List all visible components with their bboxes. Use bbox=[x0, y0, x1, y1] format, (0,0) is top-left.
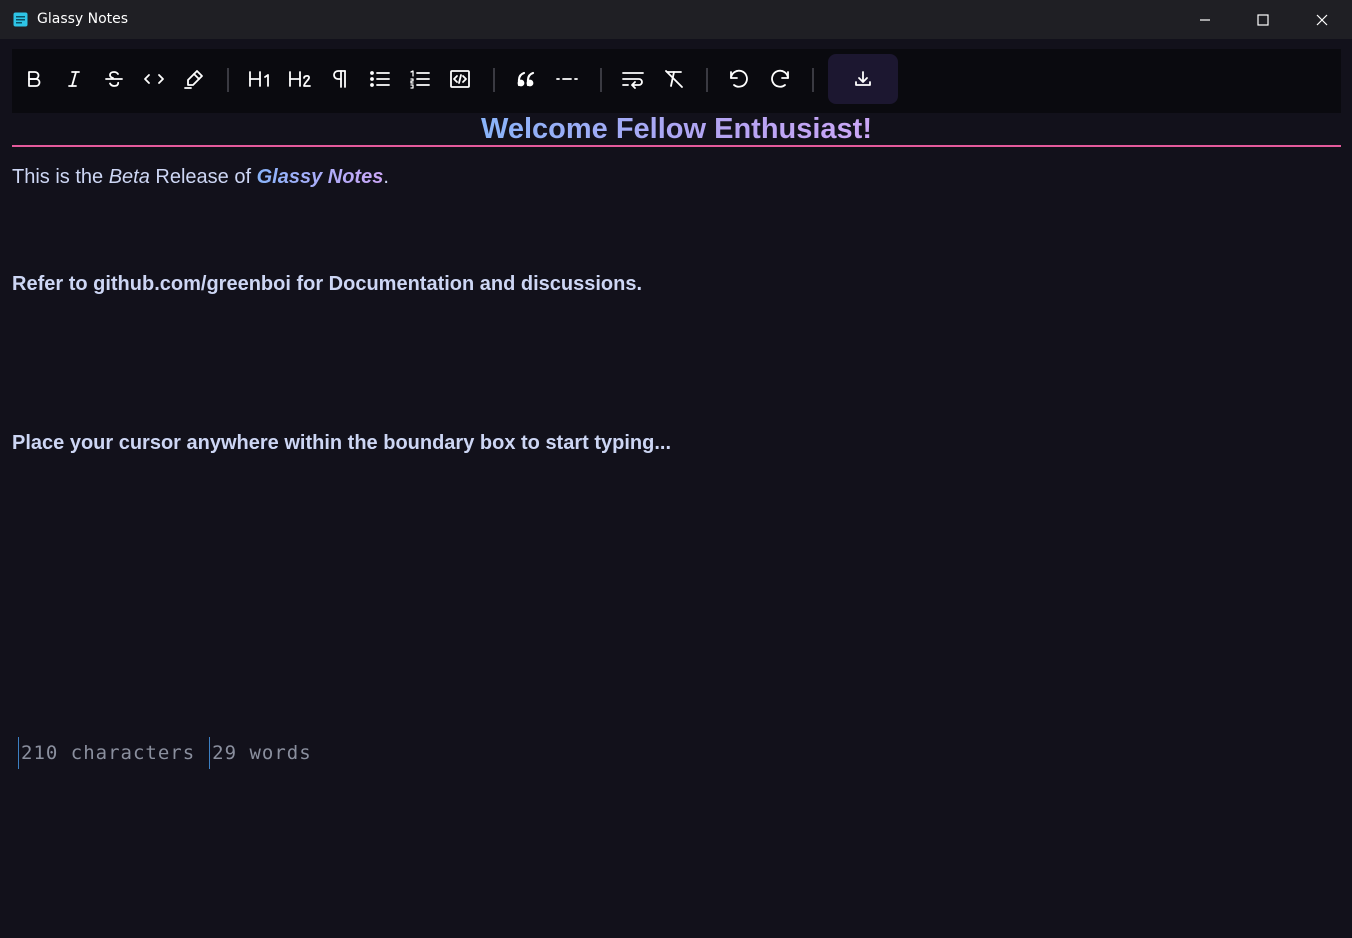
notes-app-icon bbox=[13, 12, 28, 27]
heading1-button[interactable] bbox=[242, 59, 278, 99]
bullet-list-button[interactable] bbox=[362, 59, 398, 99]
strikethrough-icon bbox=[105, 71, 123, 87]
redo-button[interactable] bbox=[762, 59, 798, 99]
ordered-list-button[interactable] bbox=[402, 59, 438, 99]
close-icon bbox=[1316, 14, 1328, 25]
status-bar: 210 characters 29 words bbox=[18, 737, 326, 769]
highlighter-icon bbox=[184, 70, 203, 89]
code-icon bbox=[144, 74, 164, 84]
h1-icon bbox=[249, 71, 269, 87]
download-icon bbox=[855, 71, 871, 86]
toolbar-divider bbox=[706, 68, 708, 92]
strikethrough-button[interactable] bbox=[96, 59, 132, 99]
minimize-icon bbox=[1200, 18, 1210, 21]
intro-paragraph: This is the Beta Release of Glassy Notes… bbox=[12, 166, 389, 188]
maximize-button[interactable] bbox=[1234, 0, 1292, 39]
toolbar-divider bbox=[812, 68, 814, 92]
brand-name: Glassy Notes bbox=[256, 166, 384, 188]
bold-button[interactable] bbox=[16, 59, 52, 99]
document-heading: Welcome Fellow Enthusiast! bbox=[12, 113, 1341, 147]
paragraph-button[interactable] bbox=[322, 59, 358, 99]
ordered-list-icon bbox=[410, 70, 430, 89]
clear-format-button[interactable] bbox=[656, 59, 692, 99]
horizontal-rule-icon bbox=[556, 78, 578, 80]
text-wrap-icon bbox=[622, 72, 644, 89]
horizontal-rule-button[interactable] bbox=[549, 59, 585, 99]
toolbar-divider bbox=[227, 68, 229, 92]
undo-button[interactable] bbox=[721, 59, 757, 99]
refer-paragraph: Refer to github.com/greenboi for Documen… bbox=[12, 273, 643, 295]
maximize-icon bbox=[1257, 13, 1269, 26]
highlight-button[interactable] bbox=[176, 59, 212, 99]
code-block-button[interactable] bbox=[442, 59, 478, 99]
word-count: 29 words bbox=[209, 737, 326, 769]
heading2-button[interactable] bbox=[282, 59, 318, 99]
formatting-toolbar bbox=[12, 49, 1341, 113]
italic-icon bbox=[68, 71, 80, 87]
toolbar-divider bbox=[600, 68, 602, 92]
cursor-hint-paragraph: Place your cursor anywhere within the bo… bbox=[12, 432, 672, 454]
close-button[interactable] bbox=[1293, 0, 1351, 39]
hard-break-button[interactable] bbox=[615, 59, 651, 99]
beta-text: Beta bbox=[108, 166, 150, 188]
minimize-button[interactable] bbox=[1176, 0, 1234, 39]
blockquote-button[interactable] bbox=[509, 59, 545, 99]
bold-icon bbox=[28, 71, 41, 87]
character-count: 210 characters bbox=[18, 737, 209, 769]
download-button[interactable] bbox=[828, 54, 898, 104]
quote-icon bbox=[517, 71, 535, 87]
title-bar: Glassy Notes bbox=[0, 0, 1352, 39]
redo-icon bbox=[771, 69, 789, 88]
pilcrow-icon bbox=[333, 70, 346, 88]
clear-format-icon bbox=[665, 70, 683, 88]
bullet-list-icon bbox=[370, 71, 390, 87]
editor-area[interactable]: Welcome Fellow Enthusiast! This is the B… bbox=[0, 113, 1352, 938]
undo-icon bbox=[730, 69, 748, 88]
code-button[interactable] bbox=[136, 59, 172, 99]
window-title: Glassy Notes bbox=[37, 11, 129, 27]
code-block-icon bbox=[450, 70, 470, 88]
toolbar-divider bbox=[493, 68, 495, 92]
h2-icon bbox=[289, 71, 311, 87]
italic-button[interactable] bbox=[56, 59, 92, 99]
